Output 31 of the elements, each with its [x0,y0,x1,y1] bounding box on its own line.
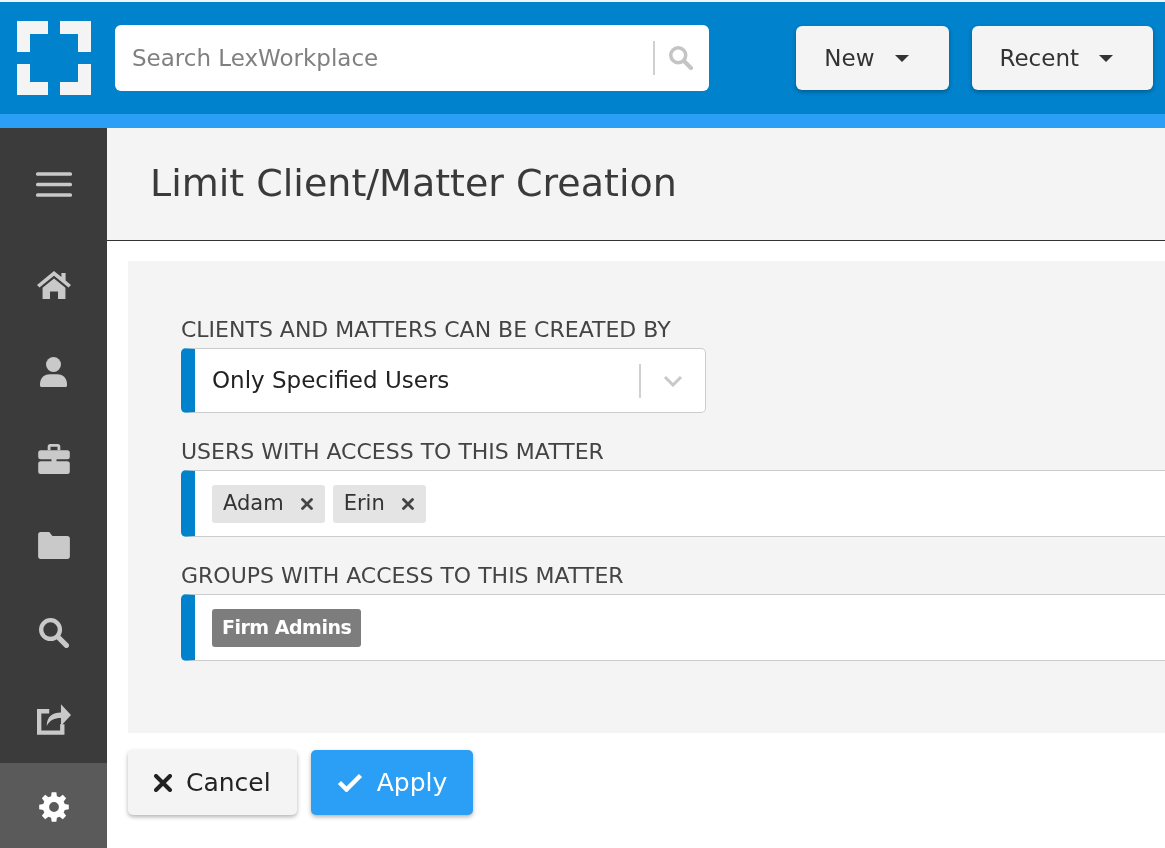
settings-icon [38,791,69,822]
dropdown-button[interactable]: New [796,26,949,90]
tag-input-field[interactable]: Firm Admins [181,594,1165,661]
tag-label: Firm Admins [222,615,352,641]
cancel-button[interactable]: Cancel [128,750,297,815]
remove-icon[interactable] [401,497,414,510]
chevron-icon [663,374,683,387]
search-field[interactable]: Search LexWorkplace [115,25,709,91]
caret-icon [894,54,909,62]
remove-icon[interactable] [300,497,313,510]
sidebar-item[interactable] [0,763,107,848]
user-icon [40,356,67,387]
share-icon [36,704,71,735]
tag-label: Erin [343,489,385,517]
page-title: Limit Client/Matter Creation [150,161,677,207]
caret-icon [1099,54,1113,62]
home-icon [36,270,71,299]
logo-icon [17,21,91,95]
menu-icon [35,172,72,197]
x-icon [154,773,172,792]
field-label: GROUPS WITH ACCESS TO THIS MATTER [181,562,625,590]
check-icon [336,773,363,792]
tag-label: Adam [223,489,284,517]
select-field[interactable]: Only Specified Users [181,348,706,413]
field-label: USERS WITH ACCESS TO THIS MATTER [181,438,605,466]
briefcase-icon [37,443,70,474]
folder-icon [37,532,70,559]
dropdown-button[interactable]: Recent [971,26,1153,90]
search-icon [38,617,69,648]
field-label: CLIENTS AND MATTERS CAN BE CREATED BY [181,316,672,344]
tag-input-field[interactable]: Adam Erin [181,470,1165,537]
